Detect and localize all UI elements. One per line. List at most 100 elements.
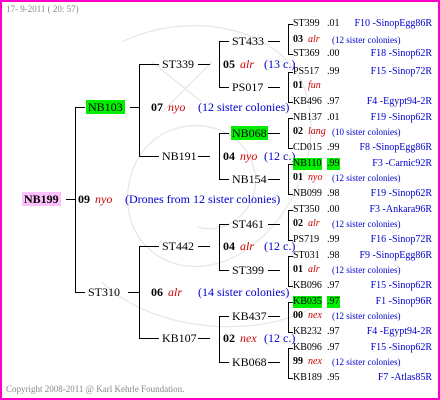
gen4-value: .97 <box>327 96 340 107</box>
gen4-year: 00 <box>293 310 303 321</box>
gen3-colony-id[interactable]: KB437 <box>232 309 267 323</box>
gen3-colony-id[interactable]: KB068 <box>232 355 267 369</box>
gen4-year: 99 <box>293 356 303 367</box>
gen4-colony-id[interactable]: ST350 <box>293 204 320 216</box>
gen2-mark: alr <box>240 239 255 253</box>
gen2-note: (12 c.) <box>264 331 296 345</box>
connector <box>268 224 280 225</box>
gen4-value: .98 <box>327 188 340 199</box>
gen4-location: F18 -Sinop62R <box>370 48 432 59</box>
connector <box>139 64 140 156</box>
root-mark: nyo <box>95 192 113 206</box>
root-year: 09 <box>78 192 90 206</box>
gen4-colony-id[interactable]: NB137 <box>293 112 322 124</box>
connector <box>219 41 229 42</box>
gen1-colony-id[interactable]: NB103 <box>86 100 125 114</box>
gen4-mark: nyo <box>308 172 323 183</box>
gen4-value: .99 <box>327 66 340 77</box>
gen4-mark: alr <box>308 218 320 229</box>
gen3-colony-id[interactable]: ST399 <box>232 263 264 277</box>
gen3-colony-id[interactable]: ST461 <box>232 217 264 231</box>
connector <box>288 302 289 332</box>
connector <box>219 179 229 180</box>
connector <box>139 156 159 157</box>
connector <box>198 64 210 65</box>
gen4-colony-id[interactable]: KB232 <box>293 326 322 338</box>
gen1-year: 07 <box>151 100 163 114</box>
gen2-note: (12 c.) <box>264 149 296 163</box>
connector <box>268 270 280 271</box>
connector <box>288 210 289 240</box>
gen1-note: (12 sister colonies) <box>198 100 290 114</box>
gen4-location: F7 -Atlas85R <box>377 372 432 383</box>
gen3-colony-id[interactable]: NB068 <box>231 126 268 140</box>
gen4-value: .98 <box>327 250 340 261</box>
gen1-mark: nyo <box>168 100 186 114</box>
gen4-note: (12 sister colonies) <box>332 311 401 321</box>
connector <box>219 133 229 134</box>
gen4-location: F9 -SinopEgg86R <box>359 250 432 261</box>
gen4-location: F3 -Carnic92R <box>372 158 432 169</box>
gen4-colony-id[interactable]: KB189 <box>293 372 322 384</box>
gen4-location: F16 -Sinop72R <box>370 234 432 245</box>
gen4-colony-id[interactable]: ST369 <box>293 48 320 60</box>
gen3-colony-id[interactable]: PS017 <box>232 80 263 94</box>
gen2-mark: nyo <box>240 149 258 163</box>
connector <box>139 246 159 247</box>
connector <box>288 164 289 194</box>
gen4-value: .01 <box>327 18 340 29</box>
gen4-location: F19 -Sinop62R <box>370 188 432 199</box>
gen2-colony-id[interactable]: NB191 <box>162 149 197 163</box>
gen4-colony-id[interactable]: ST031 <box>293 250 320 262</box>
gen2-colony-id[interactable]: ST442 <box>162 239 194 253</box>
gen4-colony-id[interactable]: PS517 <box>293 66 319 78</box>
gen4-note: (10 sister colonies) <box>332 127 401 137</box>
connector <box>288 256 289 286</box>
gen4-colony-id[interactable]: CD015 <box>293 142 322 154</box>
gen3-colony-id[interactable]: ST433 <box>232 34 264 48</box>
gen4-note: (12 sister colonies) <box>332 219 401 229</box>
connector <box>139 64 159 65</box>
connector <box>219 133 220 179</box>
gen4-value: .97 <box>327 296 340 308</box>
gen2-colony-id[interactable]: KB107 <box>162 331 197 345</box>
gen3-colony-id[interactable]: NB154 <box>232 172 267 186</box>
gen4-year: 01 <box>293 80 303 91</box>
gen4-colony-id[interactable]: KB496 <box>293 96 322 108</box>
gen4-year: 02 <box>293 218 303 229</box>
gen4-colony-id[interactable]: NB099 <box>293 188 322 200</box>
connector <box>288 348 289 378</box>
connector <box>75 292 85 293</box>
connector <box>268 87 280 88</box>
gen4-mark: nex <box>308 356 322 367</box>
gen4-colony-id[interactable]: ST399 <box>293 18 320 30</box>
gen4-colony-id[interactable]: NB110 <box>293 158 322 170</box>
gen4-value: .00 <box>327 204 340 215</box>
connector <box>219 87 229 88</box>
root-colony-id[interactable]: NB199 <box>22 192 61 206</box>
gen4-colony-id[interactable]: KB035 <box>293 296 322 308</box>
connector <box>268 179 280 180</box>
connector <box>268 133 280 134</box>
gen4-location: F10 -SinopEgg86R <box>354 18 432 29</box>
gen2-colony-id[interactable]: ST339 <box>162 57 194 71</box>
root-note: (Drones from 12 sister colonies) <box>125 192 281 206</box>
gen4-value: .01 <box>327 112 340 123</box>
connector <box>219 224 229 225</box>
gen1-mark: alr <box>168 285 183 299</box>
gen4-location: F19 -Sinop62R <box>370 112 432 123</box>
gen4-mark: fun <box>308 80 321 91</box>
gen4-colony-id[interactable]: KB096 <box>293 280 322 292</box>
connector <box>219 316 229 317</box>
gen4-mark: nex <box>308 310 322 321</box>
gen4-colony-id[interactable]: KB096 <box>293 342 322 354</box>
connector <box>288 118 289 148</box>
gen1-colony-id[interactable]: ST310 <box>88 285 120 299</box>
gen4-colony-id[interactable]: PS719 <box>293 234 319 246</box>
gen4-mark: alr <box>308 34 320 45</box>
gen2-mark: nex <box>240 331 257 345</box>
gen4-location: F8 -SinopEgg86R <box>359 142 432 153</box>
gen4-year: 02 <box>293 126 303 137</box>
gen4-mark: lang <box>308 126 326 137</box>
gen2-note: (13 c.) <box>264 57 296 71</box>
